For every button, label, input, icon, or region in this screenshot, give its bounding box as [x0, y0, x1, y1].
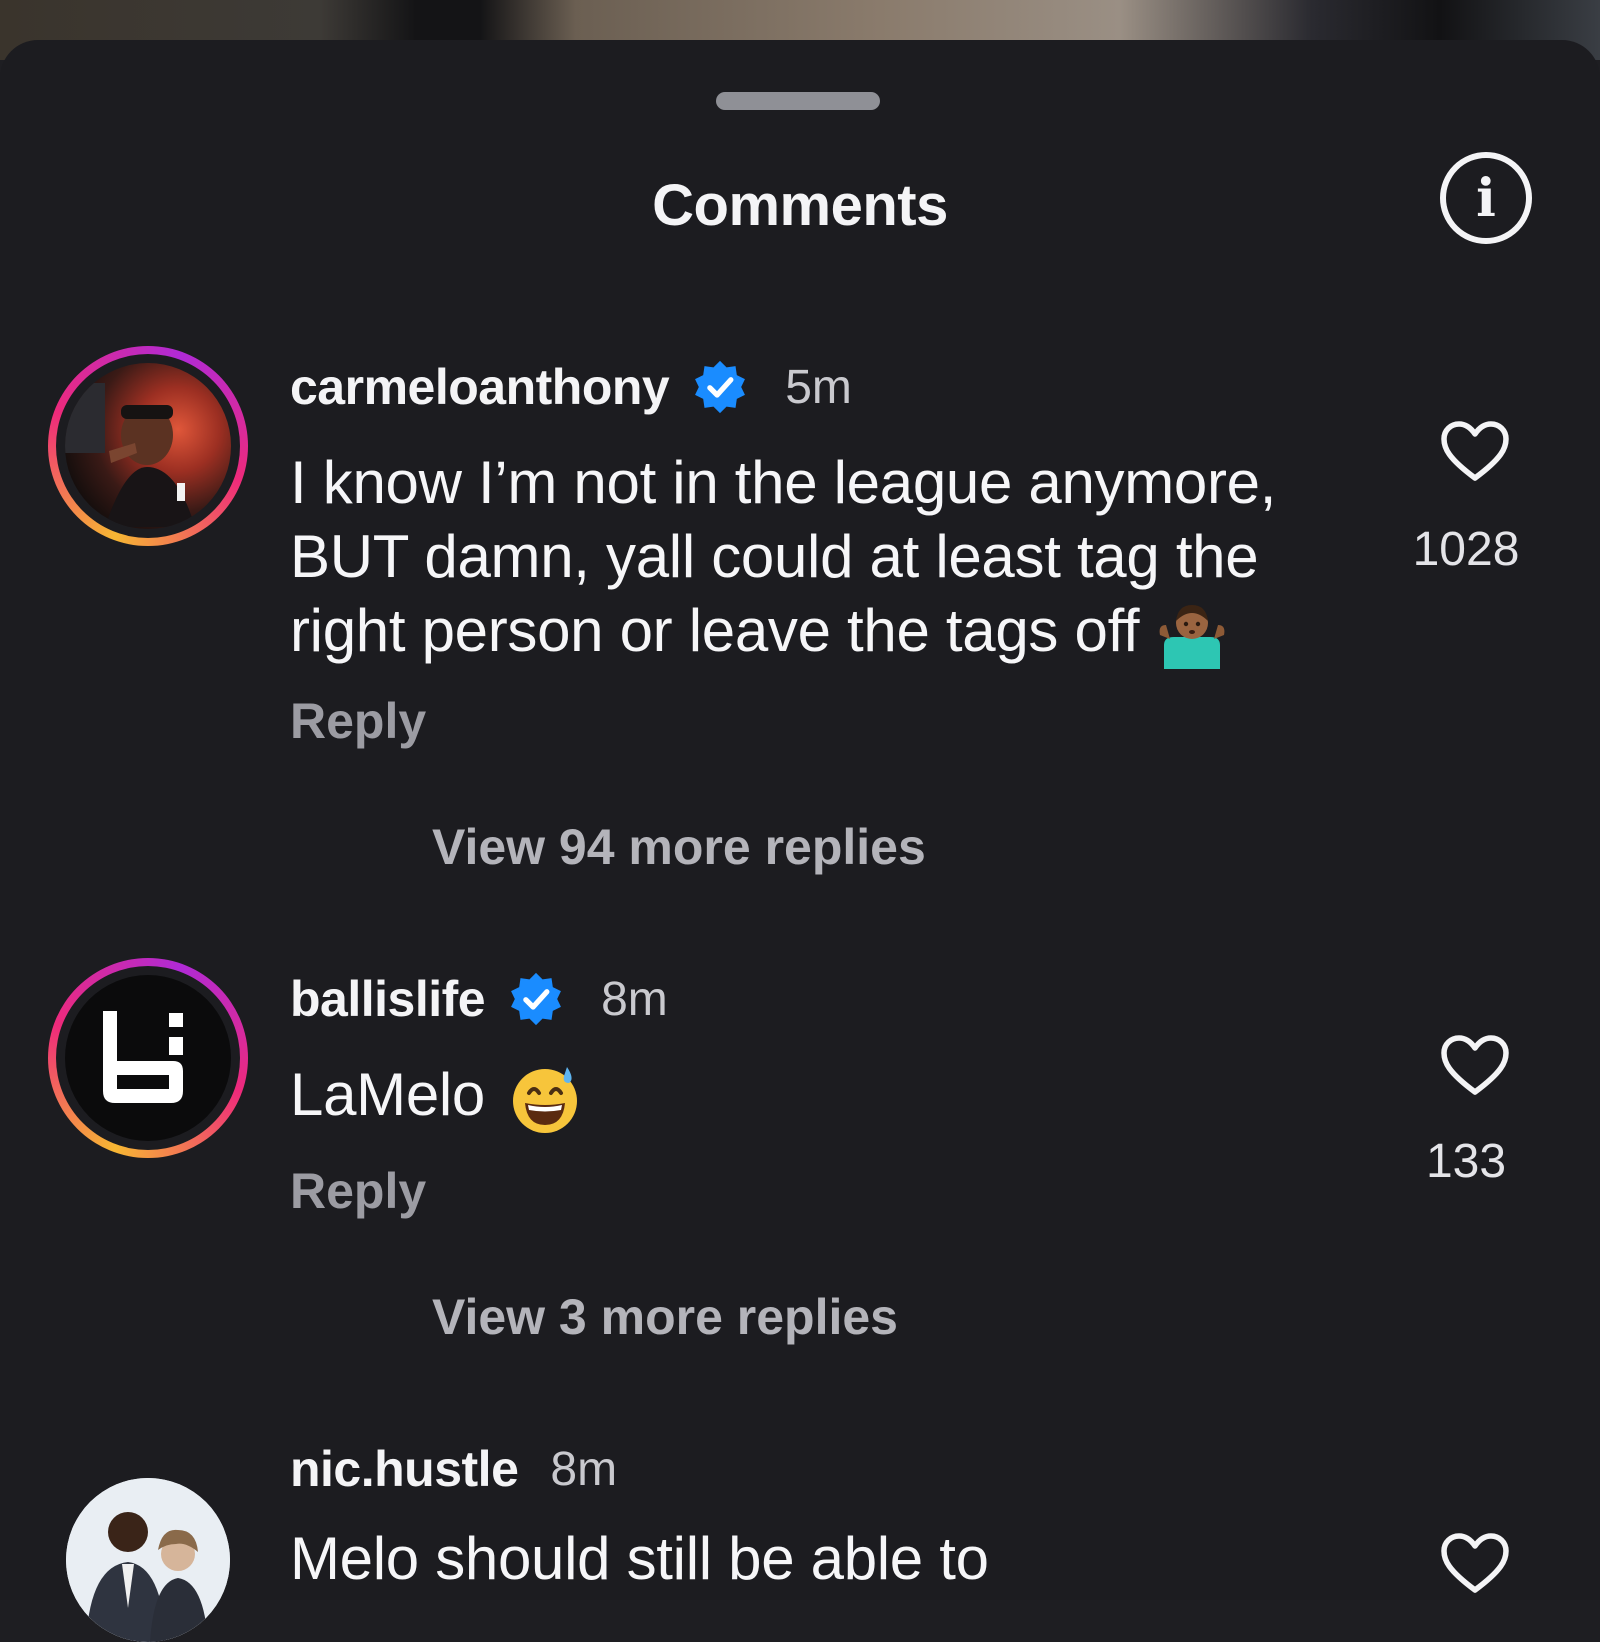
page-title: Comments [652, 173, 948, 238]
view-more-replies-button[interactable]: View 94 more replies [432, 818, 926, 876]
heart-icon[interactable] [1440, 1034, 1510, 1098]
comment-username[interactable]: carmeloanthony [290, 358, 670, 416]
info-icon[interactable]: i [1440, 152, 1532, 244]
view-more-replies-button[interactable]: View 3 more replies [432, 1288, 898, 1346]
sheet-grabber-handle[interactable] [716, 92, 880, 110]
grinning-sweat-emoji-icon [513, 1067, 578, 1134]
avatar[interactable] [48, 958, 248, 1158]
comment-text: Melo should still be able to [290, 1525, 989, 1592]
comment-text-block: I know I’m not in the league anymore, BU… [290, 446, 1350, 671]
comment-username[interactable]: nic.hustle [290, 1440, 519, 1498]
comment-text: I know I’m not in the league anymore, BU… [290, 449, 1277, 664]
comment-timestamp: 8m [601, 972, 668, 1026]
heart-icon[interactable] [1440, 420, 1510, 484]
person-shrugging-emoji-icon [1159, 605, 1225, 670]
avatar-photo [66, 1478, 230, 1642]
comment-text: LaMelo [290, 1061, 485, 1128]
heart-icon[interactable] [1440, 1532, 1510, 1596]
reply-button[interactable]: Reply [290, 1162, 426, 1220]
comment-username[interactable]: ballislife [290, 970, 486, 1028]
avatar[interactable] [48, 346, 248, 546]
verified-badge-icon [511, 972, 562, 1026]
like-count: 133 [1425, 1135, 1507, 1188]
verified-badge-icon [695, 360, 746, 414]
ballislife-logo-icon [103, 1011, 183, 1103]
comment-timestamp: 5m [785, 360, 852, 414]
avatar[interactable] [66, 1478, 230, 1642]
reply-button[interactable]: Reply [290, 692, 426, 750]
like-count: 1028 [1412, 523, 1520, 576]
comment-timestamp: 8m [550, 1442, 618, 1496]
comment-text-block: LaMelo [290, 1058, 1350, 1135]
